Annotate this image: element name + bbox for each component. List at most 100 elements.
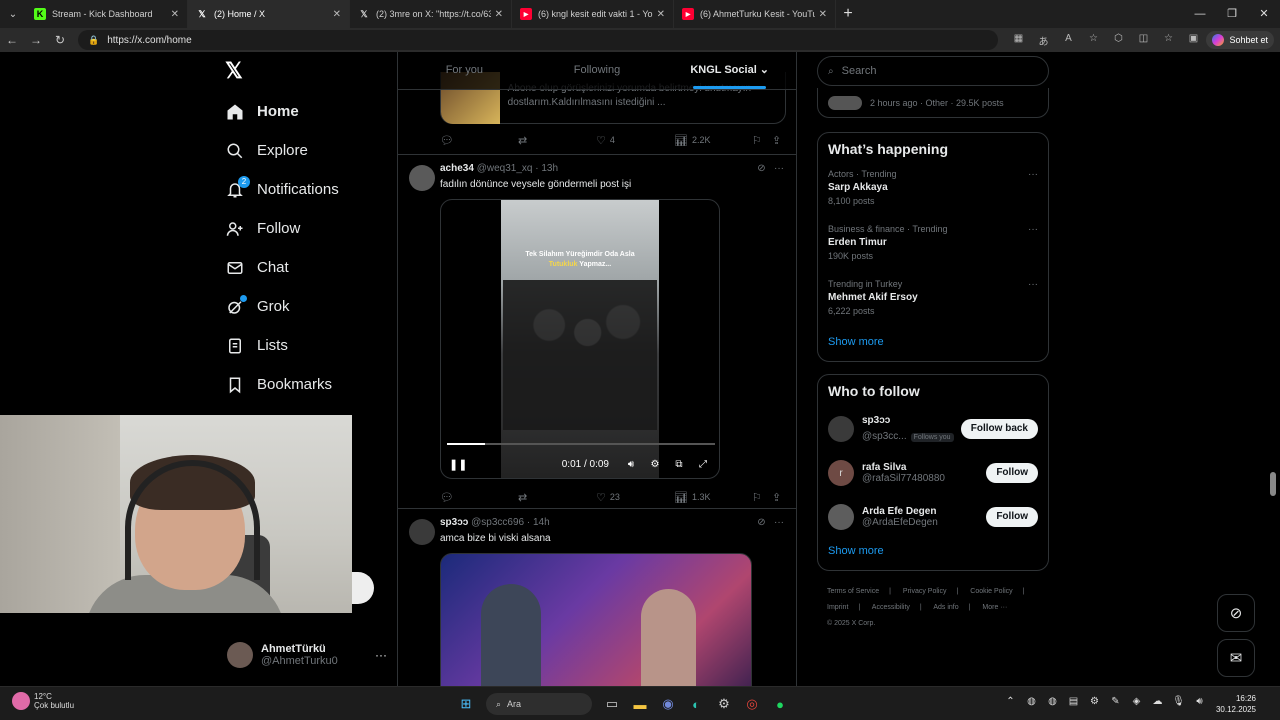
footer-link[interactable]: Terms of Service [827, 588, 879, 595]
favorite-star-icon[interactable]: ☆ [1081, 33, 1106, 48]
footer-link[interactable]: Privacy Policy [903, 588, 947, 595]
avatar[interactable] [409, 519, 435, 545]
x-logo-icon[interactable]: 𝕏 [225, 60, 247, 82]
page-scrollbar[interactable] [1270, 52, 1276, 686]
tweet-time[interactable]: 14h [533, 517, 550, 528]
tweet-image[interactable] [440, 553, 752, 686]
follow-button[interactable]: Follow [986, 507, 1038, 527]
fullscreen-icon[interactable]: ⤢ [691, 459, 715, 470]
nav-home[interactable]: Home [225, 92, 339, 131]
grok-floating-button[interactable]: ⊘ [1217, 594, 1255, 632]
nav-explore[interactable]: Explore [225, 131, 339, 170]
trend-summary[interactable]: 2 hours ago · Other · 29.5K posts [817, 88, 1049, 118]
picture-in-picture-icon[interactable]: ⧉ [667, 459, 691, 470]
restore-icon[interactable]: ❐ [1216, 0, 1248, 28]
tab-youtube-2[interactable]: ▶ (6) AhmetTurku Kesit - YouTube ✕ [674, 0, 836, 28]
steam-icon[interactable]: ⚙ [710, 692, 738, 716]
more-icon[interactable]: ··· [1028, 169, 1038, 180]
file-explorer-icon[interactable]: ▬ [626, 692, 654, 716]
messages-floating-button[interactable]: ✉ [1217, 639, 1255, 677]
steam-icon[interactable]: ⚙ [1084, 696, 1105, 707]
bookmark-button[interactable]: ⚐ [752, 134, 772, 147]
avatar[interactable] [409, 165, 435, 191]
taskbar-clock[interactable]: 16:26 30.12.2025 [1216, 693, 1256, 715]
nav-lists[interactable]: Lists [225, 326, 339, 365]
pause-icon[interactable]: ❚❚ [449, 458, 467, 471]
cloud-icon[interactable]: ☁ [1147, 696, 1168, 707]
refresh-icon[interactable]: ↻ [48, 33, 72, 47]
forward-icon[interactable]: → [24, 33, 48, 47]
tray-app-icon[interactable]: ◈ [1126, 696, 1147, 707]
views-button[interactable]: 📊︎ 2.2K [674, 134, 752, 147]
author-handle[interactable]: @sp3cc696 [471, 517, 524, 528]
tray-app-icon[interactable]: ✎ [1105, 696, 1126, 707]
like-button[interactable]: ♡ 4 [596, 134, 674, 147]
footer-link[interactable]: Accessibility [872, 604, 910, 611]
video-progress-bar[interactable] [447, 443, 715, 445]
repost-button[interactable]: ⇄ [518, 491, 596, 504]
tab-youtube-1[interactable]: ▶ (6) kngl kesit edit vakti 1 - YouTub ✕ [512, 0, 674, 28]
close-icon[interactable]: ✕ [171, 9, 179, 20]
more-icon[interactable]: ··· [774, 163, 784, 174]
minimize-icon[interactable]: — [1184, 0, 1216, 28]
scrollbar-thumb[interactable] [1270, 472, 1276, 496]
nav-follow[interactable]: Follow [225, 209, 339, 248]
tab-actions-icon[interactable]: ⌄ [0, 9, 26, 20]
footer-link[interactable]: Imprint [827, 604, 848, 611]
close-icon[interactable]: ✕ [495, 9, 503, 20]
nav-bookmarks[interactable]: Bookmarks [225, 365, 339, 404]
account-switcher[interactable]: AhmetTürkü @AhmetTurku0 ··· [227, 640, 387, 670]
microphone-icon[interactable]: 🎙︎ [1168, 696, 1189, 707]
favorites-icon[interactable]: ☆ [1156, 33, 1181, 48]
views-button[interactable]: 📊︎ 1.3K [674, 491, 752, 504]
post-button-partial[interactable] [352, 572, 374, 604]
split-screen-icon[interactable]: ◫ [1131, 33, 1156, 48]
weather-widget[interactable]: 12°C Çok bulutlu [12, 692, 74, 710]
task-view-icon[interactable]: ▭ [598, 692, 626, 716]
copilot-button[interactable]: Sohbet et [1206, 31, 1274, 49]
url-field[interactable]: 🔒 https://x.com/home [78, 30, 998, 50]
tab-x-home[interactable]: 𝕏 (2) Home / X ✕ [188, 0, 350, 28]
reply-button[interactable]: 💬︎ [440, 134, 518, 147]
repost-button[interactable]: ⇄ [518, 134, 596, 147]
share-button[interactable]: ⇪ [772, 134, 785, 147]
tray-overflow-icon[interactable]: ⌃ [1000, 696, 1021, 707]
grok-icon[interactable]: ⊘ [757, 163, 765, 174]
avatar[interactable]: r [828, 460, 854, 486]
tab-following[interactable]: Following [531, 52, 664, 89]
author-handle[interactable]: @weq31_xq [477, 163, 533, 174]
translate-icon[interactable]: あ [1031, 33, 1056, 48]
nav-chat[interactable]: Chat [225, 248, 339, 287]
grok-icon[interactable]: ⊘ [757, 517, 765, 528]
read-aloud-icon[interactable]: A [1056, 33, 1081, 48]
author-name[interactable]: ache34 [440, 163, 474, 174]
tab-kick[interactable]: K Stream - Kick Dashboard ✕ [26, 0, 188, 28]
close-icon[interactable]: ✕ [819, 9, 827, 20]
follow-suggestion[interactable]: Arda Efe Degen @ArdaEfeDegen Follow [818, 495, 1048, 539]
show-more-link[interactable]: Show more [818, 330, 1048, 358]
tray-app-icon[interactable]: ◍ [1021, 696, 1042, 707]
settings-icon[interactable]: ⚙ [643, 459, 667, 470]
chrome-icon[interactable]: ◎ [738, 692, 766, 716]
tab-for-you[interactable]: For you [398, 52, 531, 89]
tray-app-icon[interactable]: ▤ [1063, 696, 1084, 707]
back-icon[interactable]: ← [0, 33, 24, 47]
tab-kngl-social[interactable]: KNGL Social ⌄ [663, 52, 796, 89]
follow-back-button[interactable]: Follow back [960, 419, 1038, 439]
tweet-time[interactable]: 13h [541, 163, 558, 174]
tweet[interactable]: sp3ɔɔ @sp3cc696 · 14h ⊘ ··· amca bize bi… [398, 508, 796, 686]
share-button[interactable]: ⇪ [772, 491, 785, 504]
video-player[interactable]: Tek Silahım Yüreğimdir Oda Asla Tutukluk… [440, 199, 720, 479]
new-tab-button[interactable]: + [836, 5, 860, 23]
windows-start-icon[interactable]: ⊞ [452, 692, 480, 716]
tweet[interactable]: ache34 @weq31_xq · 13h ⊘ ··· fadılın dön… [398, 154, 796, 508]
reply-button[interactable]: 💬︎ [440, 491, 518, 504]
spotify-icon[interactable]: ● [766, 692, 794, 716]
bookmark-button[interactable]: ⚐ [752, 491, 772, 504]
close-icon[interactable]: ✕ [333, 9, 341, 20]
follow-button[interactable]: Follow [986, 463, 1038, 483]
close-window-icon[interactable]: ✕ [1248, 0, 1280, 28]
avatar[interactable] [828, 504, 854, 530]
show-more-link[interactable]: Show more [818, 539, 1048, 567]
more-icon[interactable]: ··· [375, 648, 387, 662]
